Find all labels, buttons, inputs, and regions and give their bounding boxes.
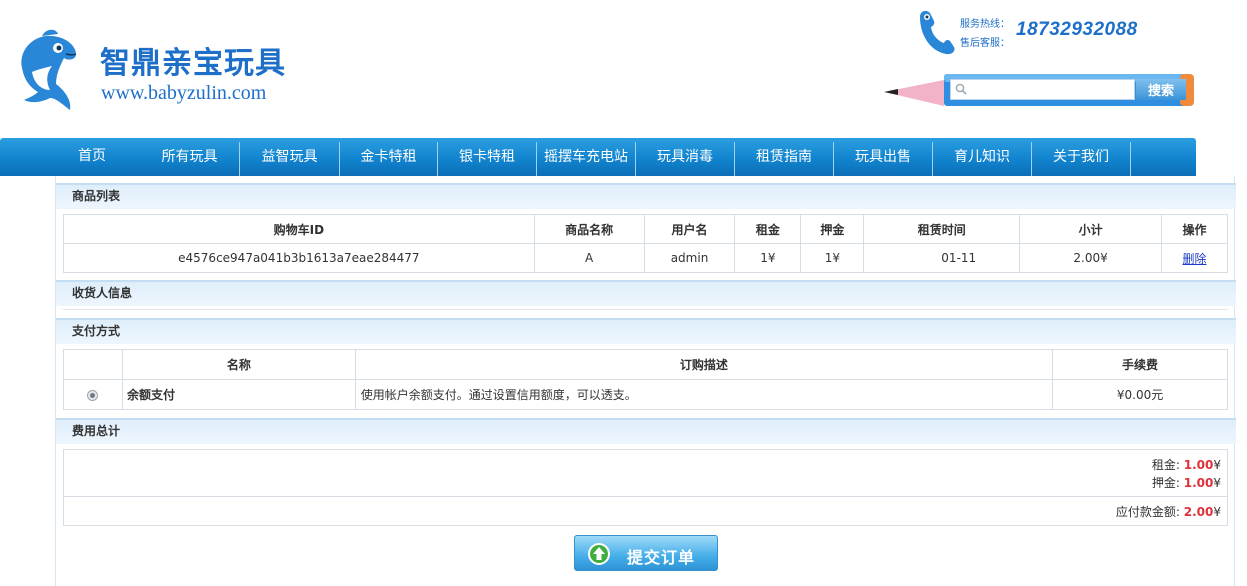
nav-item-parenting[interactable]: 育儿知识 xyxy=(933,138,1031,176)
payment-fee-cell: ¥0.00元 xyxy=(1052,379,1228,410)
section-header-totals: 费用总计 xyxy=(56,418,1236,444)
nav-item-disinfection[interactable]: 玩具消毒 xyxy=(636,138,734,176)
search-button[interactable]: 搜索 xyxy=(1136,79,1186,100)
column-header: 押金 xyxy=(800,214,865,244)
currency-symbol: ¥ xyxy=(1213,476,1221,490)
deposit-total-label: 押金: xyxy=(1151,476,1180,490)
up-arrow-icon xyxy=(588,543,610,565)
column-header: 操作 xyxy=(1161,214,1228,244)
column-header: 名称 xyxy=(121,349,356,380)
rent-total-line: 租金: 1.00¥ xyxy=(1152,456,1221,473)
main-nav: 首页 所有玩具 益智玩具 金卡特租 银卡特租 摇摆车充电站 玩具消毒 租赁指南 … xyxy=(0,138,1196,176)
rental-time-cell: 01-11 xyxy=(863,243,1021,273)
nav-item-all-toys[interactable]: 所有玩具 xyxy=(140,138,239,176)
amount-due-line: 应付款金额: 2.00¥ xyxy=(1116,503,1221,520)
column-header: 租金 xyxy=(734,214,802,244)
submit-order-label: 提交订单 xyxy=(627,548,696,567)
brand-name: 智鼎亲宝玩具 xyxy=(100,46,286,81)
column-header: 用户名 xyxy=(643,214,736,244)
submit-order-button[interactable]: 提交订单 xyxy=(574,535,718,571)
nav-divider xyxy=(1130,142,1131,176)
brand-url: www.babyzulin.com xyxy=(101,82,267,104)
column-header: 订购描述 xyxy=(354,349,1054,380)
section-header-receiver: 收货人信息 xyxy=(56,280,1236,306)
nav-item-about-us[interactable]: 关于我们 xyxy=(1032,138,1130,176)
payment-header-row: 名称 订购描述 手续费 xyxy=(63,349,1228,380)
deposit-total-line: 押金: 1.00¥ xyxy=(1152,474,1221,491)
phone-icon xyxy=(920,10,955,55)
column-header: 购物车ID xyxy=(63,214,535,244)
product-name-cell: A xyxy=(533,243,645,273)
dolphin-logo xyxy=(21,29,77,110)
nav-item-home[interactable]: 首页 xyxy=(56,138,128,176)
nav-item-toy-sale[interactable]: 玩具出售 xyxy=(834,138,932,176)
section-header-product-list: 商品列表 xyxy=(56,183,1236,209)
receiver-divider xyxy=(63,309,1228,310)
search-input[interactable] xyxy=(950,79,1135,100)
column-header: 租赁时间 xyxy=(863,214,1021,244)
amount-due-value: 2.00 xyxy=(1183,505,1214,519)
amount-due-label: 应付款金额: xyxy=(1115,505,1180,519)
action-cell: 删除 xyxy=(1161,243,1228,273)
username-cell: admin xyxy=(643,243,736,273)
cart-header-row: 购物车ID 商品名称 用户名 租金 押金 租赁时间 小计 操作 xyxy=(63,214,1228,244)
nav-item-educational-toys[interactable]: 益智玩具 xyxy=(240,138,339,176)
rent-cell: 1¥ xyxy=(734,243,802,273)
deposit-cell: 1¥ xyxy=(800,243,865,273)
column-header xyxy=(63,349,123,380)
subtotal-cell: 2.00¥ xyxy=(1019,243,1163,273)
payment-table: 名称 订购描述 手续费 余额支付 使用帐户余额支付。通过设置信用额度，可以透支。… xyxy=(63,349,1228,410)
section-header-payment: 支付方式 xyxy=(56,318,1236,344)
totals-box: 租金: 1.00¥ 押金: 1.00¥ 应付款金额: 2.00¥ xyxy=(63,449,1228,526)
rent-total-value: 1.00 xyxy=(1183,458,1214,472)
checkout-content: 商品列表 购物车ID 商品名称 用户名 租金 押金 租赁时间 小计 操作 e45… xyxy=(55,176,1236,586)
cart-table: 购物车ID 商品名称 用户名 租金 押金 租赁时间 小计 操作 e4576ce9… xyxy=(63,214,1228,273)
column-header: 商品名称 xyxy=(533,214,645,244)
phone-number: 18732932088 xyxy=(1016,19,1138,40)
delete-link[interactable]: 删除 xyxy=(1183,252,1207,266)
rent-total-label: 租金: xyxy=(1151,458,1180,472)
totals-divider xyxy=(64,496,1227,497)
search-icon xyxy=(955,83,967,95)
deposit-total-value: 1.00 xyxy=(1183,476,1214,490)
nav-item-rental-guide[interactable]: 租赁指南 xyxy=(735,138,833,176)
table-row: 余额支付 使用帐户余额支付。通过设置信用额度，可以透支。 ¥0.00元 xyxy=(63,379,1228,410)
nav-item-silver-card[interactable]: 银卡特租 xyxy=(438,138,536,176)
hotline-label: 服务热线： xyxy=(960,19,1010,30)
table-row: e4576ce947a041b3b1613a7eae284477 A admin… xyxy=(63,243,1228,273)
service-label: 售后客服： xyxy=(960,38,1010,49)
column-header: 小计 xyxy=(1019,214,1163,244)
cart-id-cell: e4576ce947a041b3b1613a7eae284477 xyxy=(63,243,535,273)
payment-desc-cell: 使用帐户余额支付。通过设置信用额度，可以透支。 xyxy=(354,379,1054,410)
payment-name-cell: 余额支付 xyxy=(121,379,356,410)
currency-symbol: ¥ xyxy=(1213,505,1221,519)
currency-symbol: ¥ xyxy=(1213,458,1221,472)
column-header: 手续费 xyxy=(1052,349,1228,380)
payment-radio[interactable] xyxy=(87,389,99,401)
nav-item-charging-station[interactable]: 摇摆车充电站 xyxy=(537,138,635,176)
nav-item-gold-card[interactable]: 金卡特租 xyxy=(340,138,437,176)
radio-cell xyxy=(63,379,123,410)
